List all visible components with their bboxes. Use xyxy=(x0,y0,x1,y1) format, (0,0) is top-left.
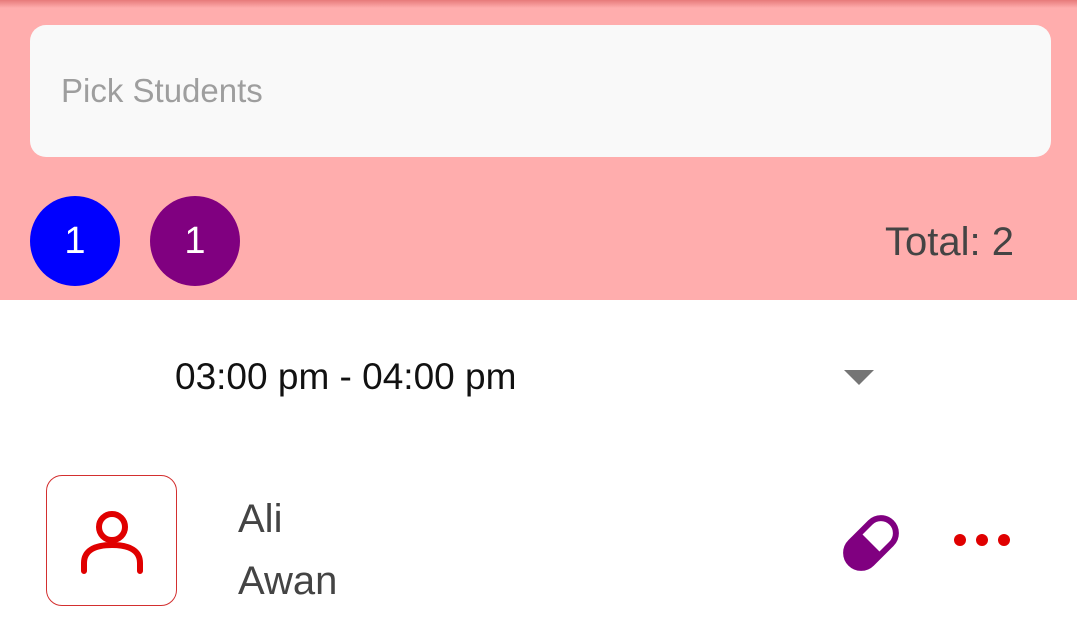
header-shadow xyxy=(0,0,1077,8)
pill-icon[interactable] xyxy=(838,510,904,576)
more-horizontal-icon[interactable] xyxy=(950,530,1014,550)
count-badge-purple[interactable]: 1 xyxy=(150,196,240,286)
header-panel: 1 1 Total: 2 xyxy=(0,0,1077,300)
student-first-name: Ali xyxy=(238,497,283,541)
student-name: Ali Awan xyxy=(238,488,337,612)
total-count: Total: 2 xyxy=(885,220,1014,264)
count-badge-blue[interactable]: 1 xyxy=(30,196,120,286)
student-last-name: Awan xyxy=(238,559,338,603)
list-item[interactable]: Ali Awan xyxy=(0,460,1077,620)
avatar[interactable] xyxy=(46,475,177,606)
pick-students-input[interactable] xyxy=(30,25,1051,157)
time-slot-dropdown[interactable]: 03:00 pm - 04:00 pm xyxy=(0,330,1077,430)
pick-students-field[interactable] xyxy=(30,25,1051,157)
time-slot-label: 03:00 pm - 04:00 pm xyxy=(175,356,517,397)
person-icon xyxy=(80,510,143,574)
chevron-down-icon[interactable] xyxy=(844,370,874,385)
